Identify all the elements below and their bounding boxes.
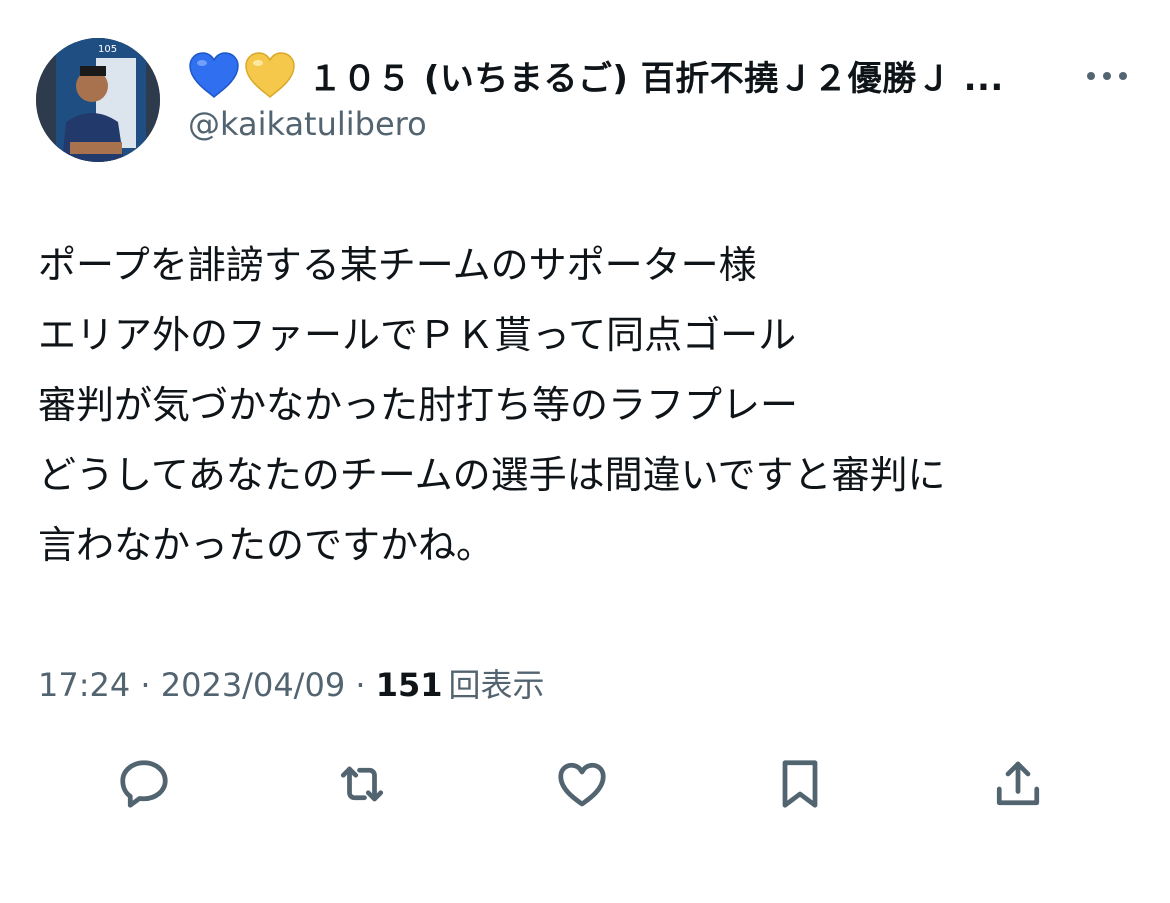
- tweet-line: どうしてあなたのチームの選手は間違いですと審判に: [38, 453, 946, 497]
- more-options-icon[interactable]: [1082, 58, 1132, 94]
- avatar[interactable]: 105: [36, 38, 160, 162]
- like-icon[interactable]: [550, 752, 614, 816]
- views-label: 回表示: [448, 666, 545, 704]
- avatar-label: 105: [98, 44, 117, 55]
- bookmark-icon[interactable]: [768, 752, 832, 816]
- tweet-line: エリア外のファールでＰＫ貰って同点ゴール: [38, 313, 797, 357]
- author-name-row[interactable]: １０５ (いちまるご) 百折不撓Ｊ２優勝Ｊ ...: [188, 50, 1068, 100]
- author-handle[interactable]: @kaikatulibero: [188, 102, 427, 146]
- blue-heart-icon: [188, 51, 240, 99]
- display-name[interactable]: １０５ (いちまるご) 百折不撓Ｊ２優勝Ｊ ...: [308, 51, 1004, 100]
- yellow-heart-icon: [244, 51, 296, 99]
- tweet-line: 言わなかったのですかね。: [38, 523, 495, 567]
- meta-separator: ·: [130, 666, 161, 704]
- tweet-line: ポープを誹謗する某チームのサポーター様: [38, 243, 757, 287]
- action-bar: [0, 752, 1170, 816]
- share-icon[interactable]: [986, 752, 1050, 816]
- tweet-date[interactable]: 2023/04/09: [161, 666, 345, 704]
- tweet-line: 審判が気づかなかった肘打ち等のラフプレー: [38, 383, 799, 427]
- retweet-icon[interactable]: [330, 752, 394, 816]
- tweet-time[interactable]: 17:24: [38, 666, 130, 704]
- views-count[interactable]: 151: [376, 666, 443, 704]
- reply-icon[interactable]: [112, 752, 176, 816]
- meta-separator: ·: [345, 666, 376, 704]
- avatar-image: 105: [36, 38, 160, 162]
- tweet-meta: 17:24 · 2023/04/09 · 151 回表示: [38, 660, 545, 710]
- tweet-text: ポープを誹謗する某チームのサポーター様 エリア外のファールでＰＫ貰って同点ゴール…: [38, 230, 1148, 580]
